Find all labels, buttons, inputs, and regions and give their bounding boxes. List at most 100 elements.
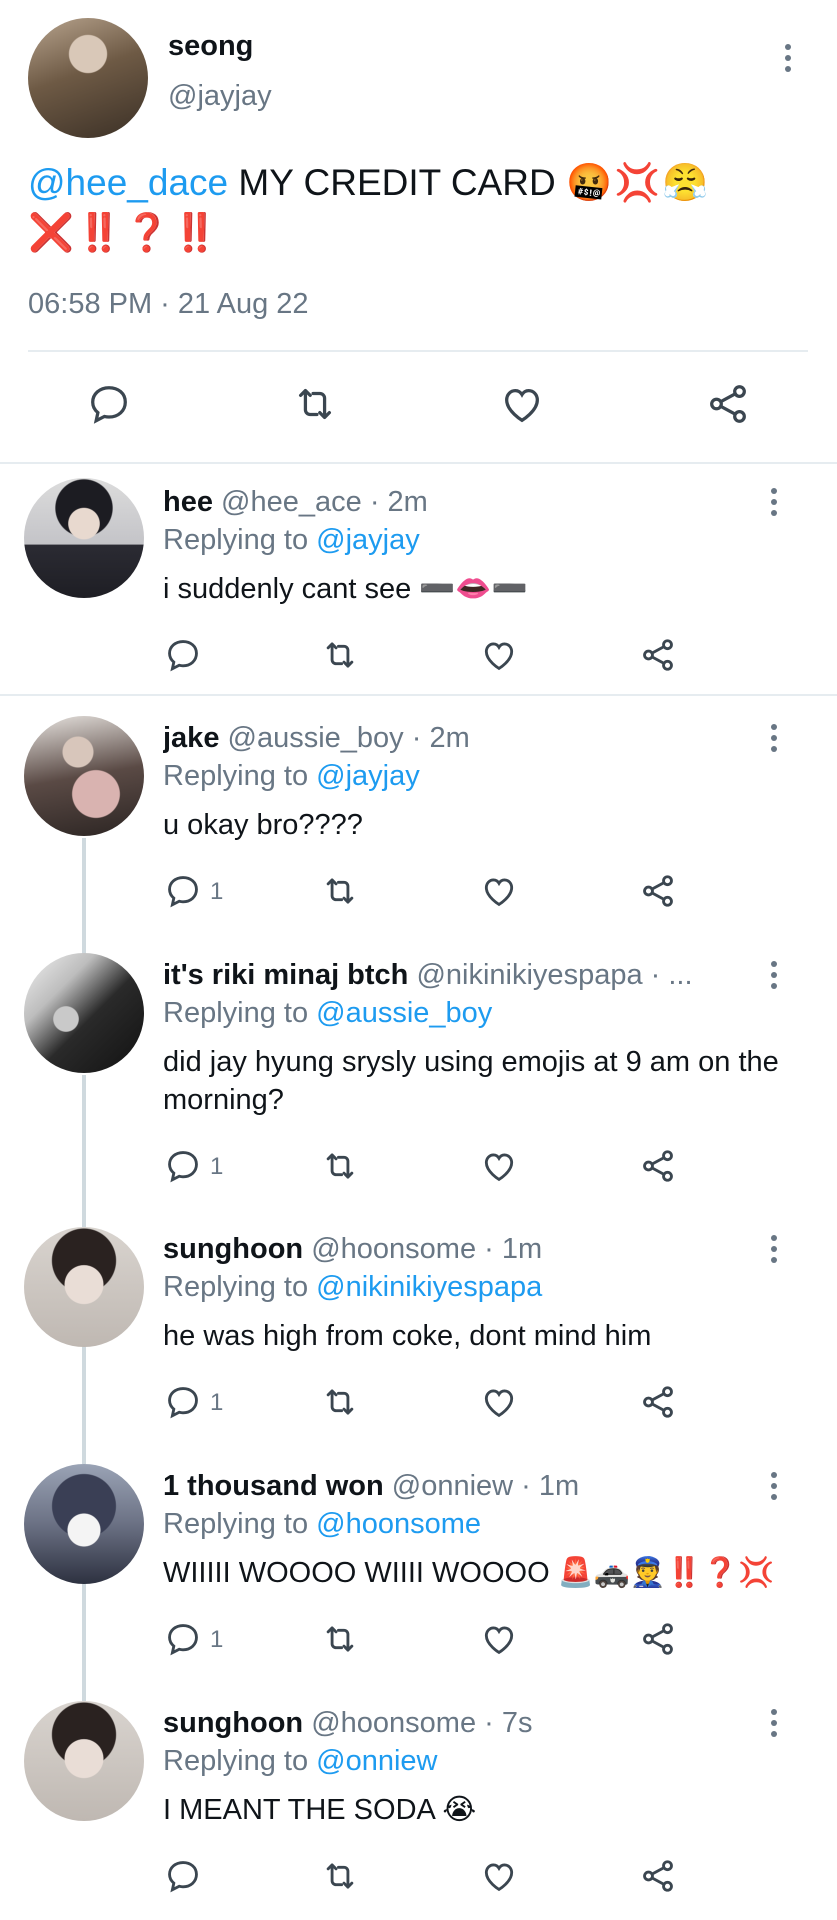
retweet-icon[interactable] [320, 1147, 360, 1185]
replying-to: Replying to @onniew [163, 1745, 438, 1778]
reply-icon[interactable] [164, 1383, 202, 1421]
reply-icon[interactable] [164, 1620, 202, 1658]
heart-icon[interactable] [479, 636, 519, 674]
reply-header: 1 thousand won @onniew · 1m [163, 1470, 763, 1503]
retweet-icon[interactable] [320, 636, 360, 674]
reply-tweet[interactable]: 1 thousand won @onniew · 1m Replying to … [0, 1448, 837, 1685]
main-tweet: seong @jayjay @hee_dace MY CREDIT CARD 🤬… [0, 0, 837, 462]
reply-header: sunghoon @hoonsome · 1m [163, 1233, 763, 1266]
divider [28, 350, 808, 352]
author-name[interactable]: hee [163, 486, 213, 518]
more-options-icon[interactable] [776, 40, 800, 76]
more-options-icon[interactable] [762, 957, 786, 993]
heart-icon[interactable] [479, 1383, 519, 1421]
share-icon[interactable] [704, 381, 752, 427]
mention-link[interactable]: @jayjay [316, 524, 420, 556]
reply-tweet[interactable]: sunghoon @hoonsome · 1m Replying to @nik… [0, 1211, 837, 1448]
share-icon[interactable] [638, 1383, 678, 1421]
author-name[interactable]: seong [168, 30, 253, 63]
share-icon[interactable] [638, 1620, 678, 1658]
reply-text: did jay hyung srysly using emojis at 9 a… [163, 1046, 779, 1116]
replying-to: Replying to @hoonsome [163, 1508, 481, 1541]
tweet-body: MY CREDIT CARD [228, 162, 566, 203]
more-options-icon[interactable] [762, 1468, 786, 1504]
heart-icon[interactable] [479, 1620, 519, 1658]
author-meta: @aussie_boy · 2m [227, 722, 470, 754]
avatar[interactable] [24, 1464, 144, 1584]
author-name[interactable]: sunghoon [163, 1707, 303, 1739]
retweet-icon[interactable] [320, 1620, 360, 1658]
author-handle[interactable]: @jayjay [168, 80, 272, 113]
reply-tweet[interactable]: sunghoon @hoonsome · 7s Replying to @onn… [0, 1685, 837, 1920]
avatar[interactable] [24, 953, 144, 1073]
share-icon[interactable] [638, 1857, 678, 1895]
retweet-icon[interactable] [291, 381, 339, 427]
replying-to: Replying to @jayjay [163, 760, 420, 793]
author-meta: @hee_ace · 2m [221, 486, 428, 518]
reply-count: 1 [210, 1626, 224, 1653]
avatar[interactable] [24, 1227, 144, 1347]
avatar[interactable] [24, 478, 144, 598]
share-icon[interactable] [638, 872, 678, 910]
replying-to: Replying to @jayjay [163, 524, 420, 557]
divider [0, 694, 837, 696]
share-icon[interactable] [638, 1147, 678, 1185]
more-options-icon[interactable] [762, 1705, 786, 1741]
heart-icon[interactable] [479, 1147, 519, 1185]
reply-icon[interactable] [86, 381, 132, 427]
author-name[interactable]: sunghoon [163, 1233, 303, 1265]
reply-icon[interactable] [164, 636, 202, 674]
emoji-run: ❌‼️❓‼️ [28, 212, 221, 253]
mention-link[interactable]: @jayjay [316, 760, 420, 792]
avatar[interactable] [24, 1701, 144, 1821]
reply-tweet[interactable]: jake @aussie_boy · 2m Replying to @jayja… [0, 700, 837, 937]
emoji-run: 🤬💢😤 [565, 162, 711, 203]
mention-link[interactable]: @onniew [316, 1745, 437, 1777]
reply-count: 1 [210, 878, 224, 905]
reply-actions [0, 636, 837, 680]
author-meta: @hoonsome · 7s [311, 1707, 533, 1739]
avatar[interactable] [28, 18, 148, 138]
more-options-icon[interactable] [762, 720, 786, 756]
reply-header: it's riki minaj btch @nikinikiyespapa · … [163, 959, 763, 992]
replying-label: Replying to [163, 1271, 317, 1303]
mention-link[interactable]: @hoonsome [316, 1508, 481, 1540]
heart-icon[interactable] [498, 381, 546, 427]
more-options-icon[interactable] [762, 1231, 786, 1267]
retweet-icon[interactable] [320, 1383, 360, 1421]
reply-icon[interactable] [164, 872, 202, 910]
mention-link[interactable]: @hee_dace [28, 162, 228, 203]
tweet-text: @hee_dace MY CREDIT CARD 🤬💢😤 ❌‼️❓‼️ [28, 158, 788, 258]
mention-link[interactable]: @nikinikiyespapa [316, 1271, 542, 1303]
reply-text: WIIIII WOOOO WIIII WOOOO 🚨🚓👮‼️❓💢 [163, 1557, 775, 1589]
heart-icon[interactable] [479, 1857, 519, 1895]
reply-actions: 1 [0, 1620, 837, 1664]
reply-header: jake @aussie_boy · 2m [163, 722, 763, 755]
reply-text: i suddenly cant see ➖👄➖ [163, 573, 528, 605]
replying-to: Replying to @aussie_boy [163, 997, 492, 1030]
author-meta: @hoonsome · 1m [311, 1233, 543, 1265]
share-icon[interactable] [638, 636, 678, 674]
replying-to: Replying to @nikinikiyespapa [163, 1271, 542, 1304]
reply-count: 1 [210, 1389, 224, 1416]
reply-tweet[interactable]: hee @hee_ace · 2m Replying to @jayjay i … [0, 464, 837, 694]
tweet-actions [0, 375, 837, 435]
author-name[interactable]: it's riki minaj btch [163, 959, 408, 991]
retweet-icon[interactable] [320, 1857, 360, 1895]
replying-label: Replying to [163, 524, 317, 556]
reply-icon[interactable] [164, 1857, 202, 1895]
timestamp: 06:58 PM · 21 Aug 22 [28, 288, 309, 320]
mention-link[interactable]: @aussie_boy [316, 997, 492, 1029]
reply-icon[interactable] [164, 1147, 202, 1185]
more-options-icon[interactable] [762, 484, 786, 520]
replying-label: Replying to [163, 760, 317, 792]
retweet-icon[interactable] [320, 872, 360, 910]
avatar[interactable] [24, 716, 144, 836]
author-name[interactable]: jake [163, 722, 219, 754]
reply-actions: 1 [0, 1147, 837, 1191]
reply-tweet[interactable]: it's riki minaj btch @nikinikiyespapa · … [0, 937, 837, 1211]
heart-icon[interactable] [479, 872, 519, 910]
author-name[interactable]: 1 thousand won [163, 1470, 384, 1502]
replying-label: Replying to [163, 1508, 317, 1540]
reply-header: sunghoon @hoonsome · 7s [163, 1707, 763, 1740]
